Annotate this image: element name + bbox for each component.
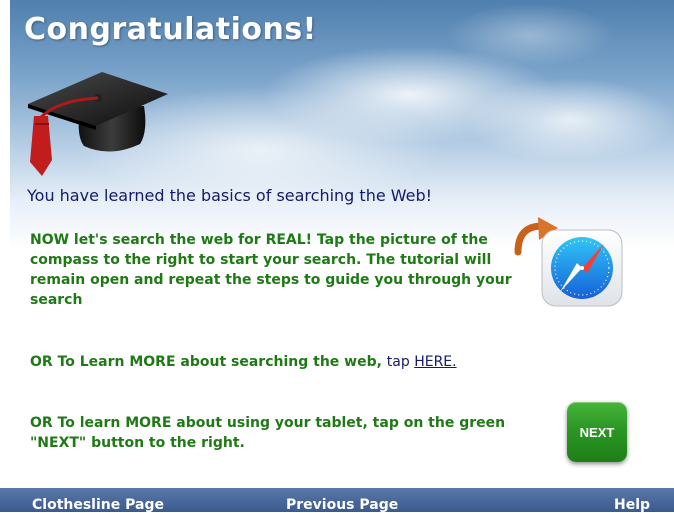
lesson-complete-message: You have learned the basics of searching… xyxy=(27,186,433,205)
here-link[interactable]: HERE. xyxy=(414,354,456,370)
next-button[interactable]: NEXT xyxy=(567,402,627,462)
learn-more-text: OR To Learn MORE about searching the web… xyxy=(30,354,387,370)
congratulations-panel: Congratulations! You have learned the ba… xyxy=(10,0,674,488)
learn-more-searching: OR To Learn MORE about searching the web… xyxy=(30,352,630,372)
safari-compass-icon[interactable] xyxy=(540,228,624,308)
search-instructions: NOW let's search the web for REAL! Tap t… xyxy=(30,232,512,308)
page-title: Congratulations! xyxy=(24,12,317,47)
previous-page-link[interactable]: Previous Page xyxy=(286,497,398,513)
graduation-cap-icon xyxy=(28,72,168,176)
screen: Congratulations! You have learned the ba… xyxy=(0,0,674,513)
footer-nav-bar: Clothesline Page Previous Page Help xyxy=(0,488,674,513)
learn-more-tablet: OR To learn MORE about using your tablet… xyxy=(30,415,506,451)
help-link[interactable]: Help xyxy=(614,497,650,513)
clothesline-page-link[interactable]: Clothesline Page xyxy=(32,497,164,513)
tap-text: tap xyxy=(386,354,415,370)
